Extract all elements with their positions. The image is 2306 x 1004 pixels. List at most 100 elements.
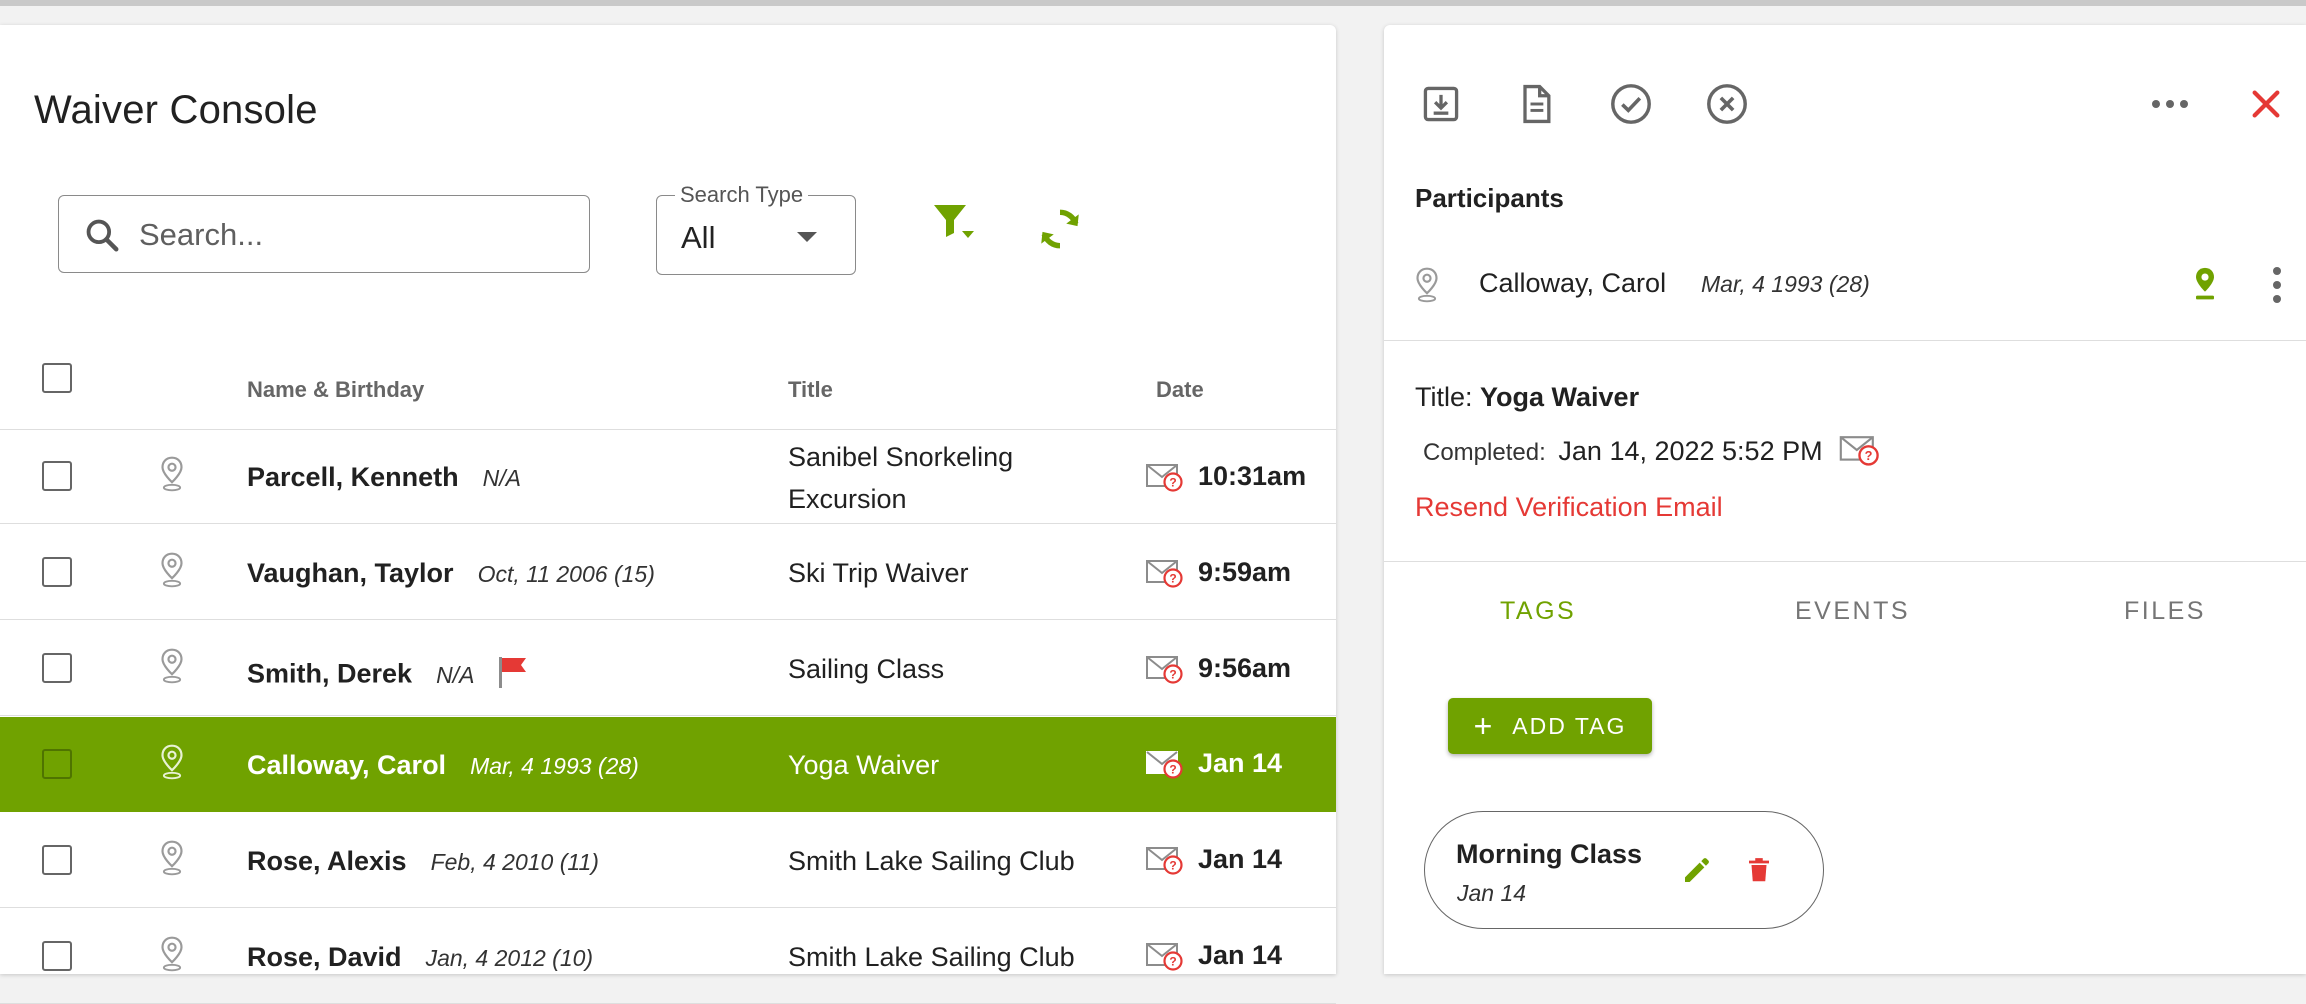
edit-icon[interactable] bbox=[1681, 854, 1713, 891]
plus-icon: + bbox=[1473, 707, 1495, 744]
search-type-select[interactable]: Search Type All bbox=[656, 182, 856, 275]
search-input[interactable] bbox=[137, 210, 561, 260]
participant-row[interactable]: Calloway, Carol Mar, 4 1993 (28) bbox=[1384, 235, 2306, 341]
row-time: 9:56am bbox=[1198, 653, 1292, 683]
close-button[interactable] bbox=[2241, 81, 2291, 131]
download-button[interactable] bbox=[1416, 81, 1466, 131]
completed-value: Jan 14, 2022 5:52 PM bbox=[1558, 435, 1823, 466]
row-time: 10:31am bbox=[1198, 461, 1307, 491]
location-pin-icon bbox=[158, 839, 186, 882]
tab-files[interactable]: FILES bbox=[2124, 597, 2206, 626]
unverified-email-icon: ? bbox=[1146, 558, 1184, 593]
row-time: Jan 14 bbox=[1198, 844, 1283, 874]
row-checkbox[interactable] bbox=[42, 749, 72, 779]
location-pin-icon bbox=[158, 743, 186, 786]
divider bbox=[1384, 561, 2306, 562]
svg-text:?: ? bbox=[1865, 448, 1873, 463]
table-row[interactable]: Parcell, Kenneth N/A Sanibel Snorkeling E… bbox=[0, 429, 1336, 524]
row-birthday: Feb, 4 2010 (11) bbox=[430, 849, 599, 875]
row-title: Ski Trip Waiver bbox=[788, 558, 969, 588]
column-header-name: Name & Birthday bbox=[247, 377, 425, 402]
row-name: Calloway, Carol Mar, 4 1993 (28) bbox=[247, 750, 639, 780]
column-header-date: Date bbox=[1156, 377, 1204, 402]
waiver-title: Title: Yoga Waiver bbox=[1415, 382, 1640, 412]
add-tag-button[interactable]: + ADD TAG bbox=[1448, 698, 1652, 754]
page-title: Waiver Console bbox=[34, 88, 318, 132]
row-title: Yoga Waiver bbox=[788, 750, 940, 780]
approve-button[interactable] bbox=[1606, 81, 1656, 131]
unverified-email-icon: ? bbox=[1146, 845, 1184, 880]
reject-button[interactable] bbox=[1702, 81, 1752, 131]
table-row[interactable]: Rose, David Jan, 4 2012 (10) Smith Lake S… bbox=[0, 909, 1336, 1004]
more-vertical-icon[interactable] bbox=[2271, 265, 2283, 310]
dropdown-arrow-icon bbox=[797, 232, 817, 242]
svg-text:?: ? bbox=[1169, 668, 1176, 682]
table-header: Name & Birthday Title Date bbox=[0, 355, 1336, 430]
search-input-container[interactable] bbox=[58, 195, 590, 273]
row-title: Smith Lake Sailing Club bbox=[788, 942, 1075, 972]
search-type-label: Search Type bbox=[675, 182, 809, 208]
filter-button[interactable] bbox=[924, 195, 984, 255]
tag-name: Morning Class bbox=[1456, 839, 1643, 869]
row-checkbox[interactable] bbox=[42, 461, 72, 491]
row-checkbox[interactable] bbox=[42, 557, 72, 587]
row-checkbox[interactable] bbox=[42, 653, 72, 683]
row-name: Rose, Alexis Feb, 4 2010 (11) bbox=[247, 846, 599, 876]
refresh-button[interactable] bbox=[1030, 201, 1090, 261]
top-bar bbox=[0, 0, 2306, 6]
row-time: 9:59am bbox=[1198, 557, 1292, 587]
unverified-email-icon: ? bbox=[1146, 654, 1184, 689]
unverified-email-icon: ? bbox=[1146, 941, 1184, 976]
row-time: Jan 14 bbox=[1198, 748, 1283, 778]
row-checkbox[interactable] bbox=[42, 941, 72, 971]
delete-icon[interactable] bbox=[1744, 854, 1774, 891]
tab-tags[interactable]: TAGS bbox=[1500, 597, 1576, 626]
location-pin-icon bbox=[158, 455, 186, 498]
tag-chip: Morning Class Jan 14 bbox=[1424, 811, 1824, 929]
row-birthday: N/A bbox=[436, 661, 475, 688]
unverified-email-icon: ? bbox=[1839, 434, 1881, 473]
row-name: Rose, David Jan, 4 2012 (10) bbox=[247, 942, 594, 972]
waiver-completed: Completed: Jan 14, 2022 5:52 PM ? bbox=[1423, 434, 1881, 473]
document-icon bbox=[1514, 82, 1558, 131]
row-birthday: Jan, 4 2012 (10) bbox=[425, 945, 594, 971]
row-name: Parcell, Kenneth N/A bbox=[247, 462, 521, 492]
svg-text:?: ? bbox=[1169, 572, 1176, 586]
search-type-value: All bbox=[681, 220, 716, 255]
table-row[interactable]: Rose, Alexis Feb, 4 2010 (11) Smith Lake … bbox=[0, 813, 1336, 908]
participants-heading: Participants bbox=[1415, 183, 1564, 213]
location-pin-icon bbox=[158, 551, 186, 594]
close-icon bbox=[2249, 87, 2283, 126]
tab-events[interactable]: EVENTS bbox=[1795, 597, 1910, 626]
more-horizontal-icon bbox=[2150, 97, 2190, 115]
unverified-email-icon: ? bbox=[1146, 462, 1184, 497]
refresh-icon bbox=[1035, 204, 1085, 259]
row-birthday: Oct, 11 2006 (15) bbox=[477, 561, 655, 587]
unverified-email-icon: ? bbox=[1146, 749, 1184, 784]
row-checkbox[interactable] bbox=[42, 845, 72, 875]
document-button[interactable] bbox=[1511, 81, 1561, 131]
row-time: Jan 14 bbox=[1198, 940, 1283, 970]
row-birthday: N/A bbox=[482, 465, 521, 491]
check-circle-icon bbox=[1608, 81, 1654, 132]
svg-text:?: ? bbox=[1169, 476, 1176, 490]
select-all-checkbox[interactable] bbox=[42, 363, 72, 393]
checked-in-location-icon[interactable] bbox=[2192, 266, 2218, 307]
more-options-button[interactable] bbox=[2145, 81, 2195, 131]
download-icon bbox=[1419, 82, 1463, 131]
resend-verification-link[interactable]: Resend Verification Email bbox=[1415, 492, 1723, 523]
row-birthday: Mar, 4 1993 (28) bbox=[470, 753, 639, 779]
participant-name: Calloway, Carol bbox=[1479, 268, 1667, 298]
waiver-list-panel: Waiver Console Search Type All Name & Bi… bbox=[0, 25, 1336, 1004]
table-row-selected[interactable]: Calloway, Carol Mar, 4 1993 (28) Yoga Wai… bbox=[0, 717, 1336, 812]
table-row[interactable]: Vaughan, Taylor Oct, 11 2006 (15) Ski Tri… bbox=[0, 525, 1336, 620]
svg-text:?: ? bbox=[1169, 859, 1176, 873]
tag-date: Jan 14 bbox=[1457, 880, 1527, 906]
row-name: Smith, Derek N/A bbox=[247, 654, 530, 697]
search-icon bbox=[83, 216, 121, 259]
table-row[interactable]: Smith, Derek N/A Sailing Class ? 9:56am bbox=[0, 621, 1336, 716]
cancel-circle-icon bbox=[1704, 81, 1750, 132]
flag-icon[interactable] bbox=[496, 654, 530, 697]
row-name: Vaughan, Taylor Oct, 11 2006 (15) bbox=[247, 558, 655, 588]
column-header-title: Title bbox=[788, 377, 833, 402]
